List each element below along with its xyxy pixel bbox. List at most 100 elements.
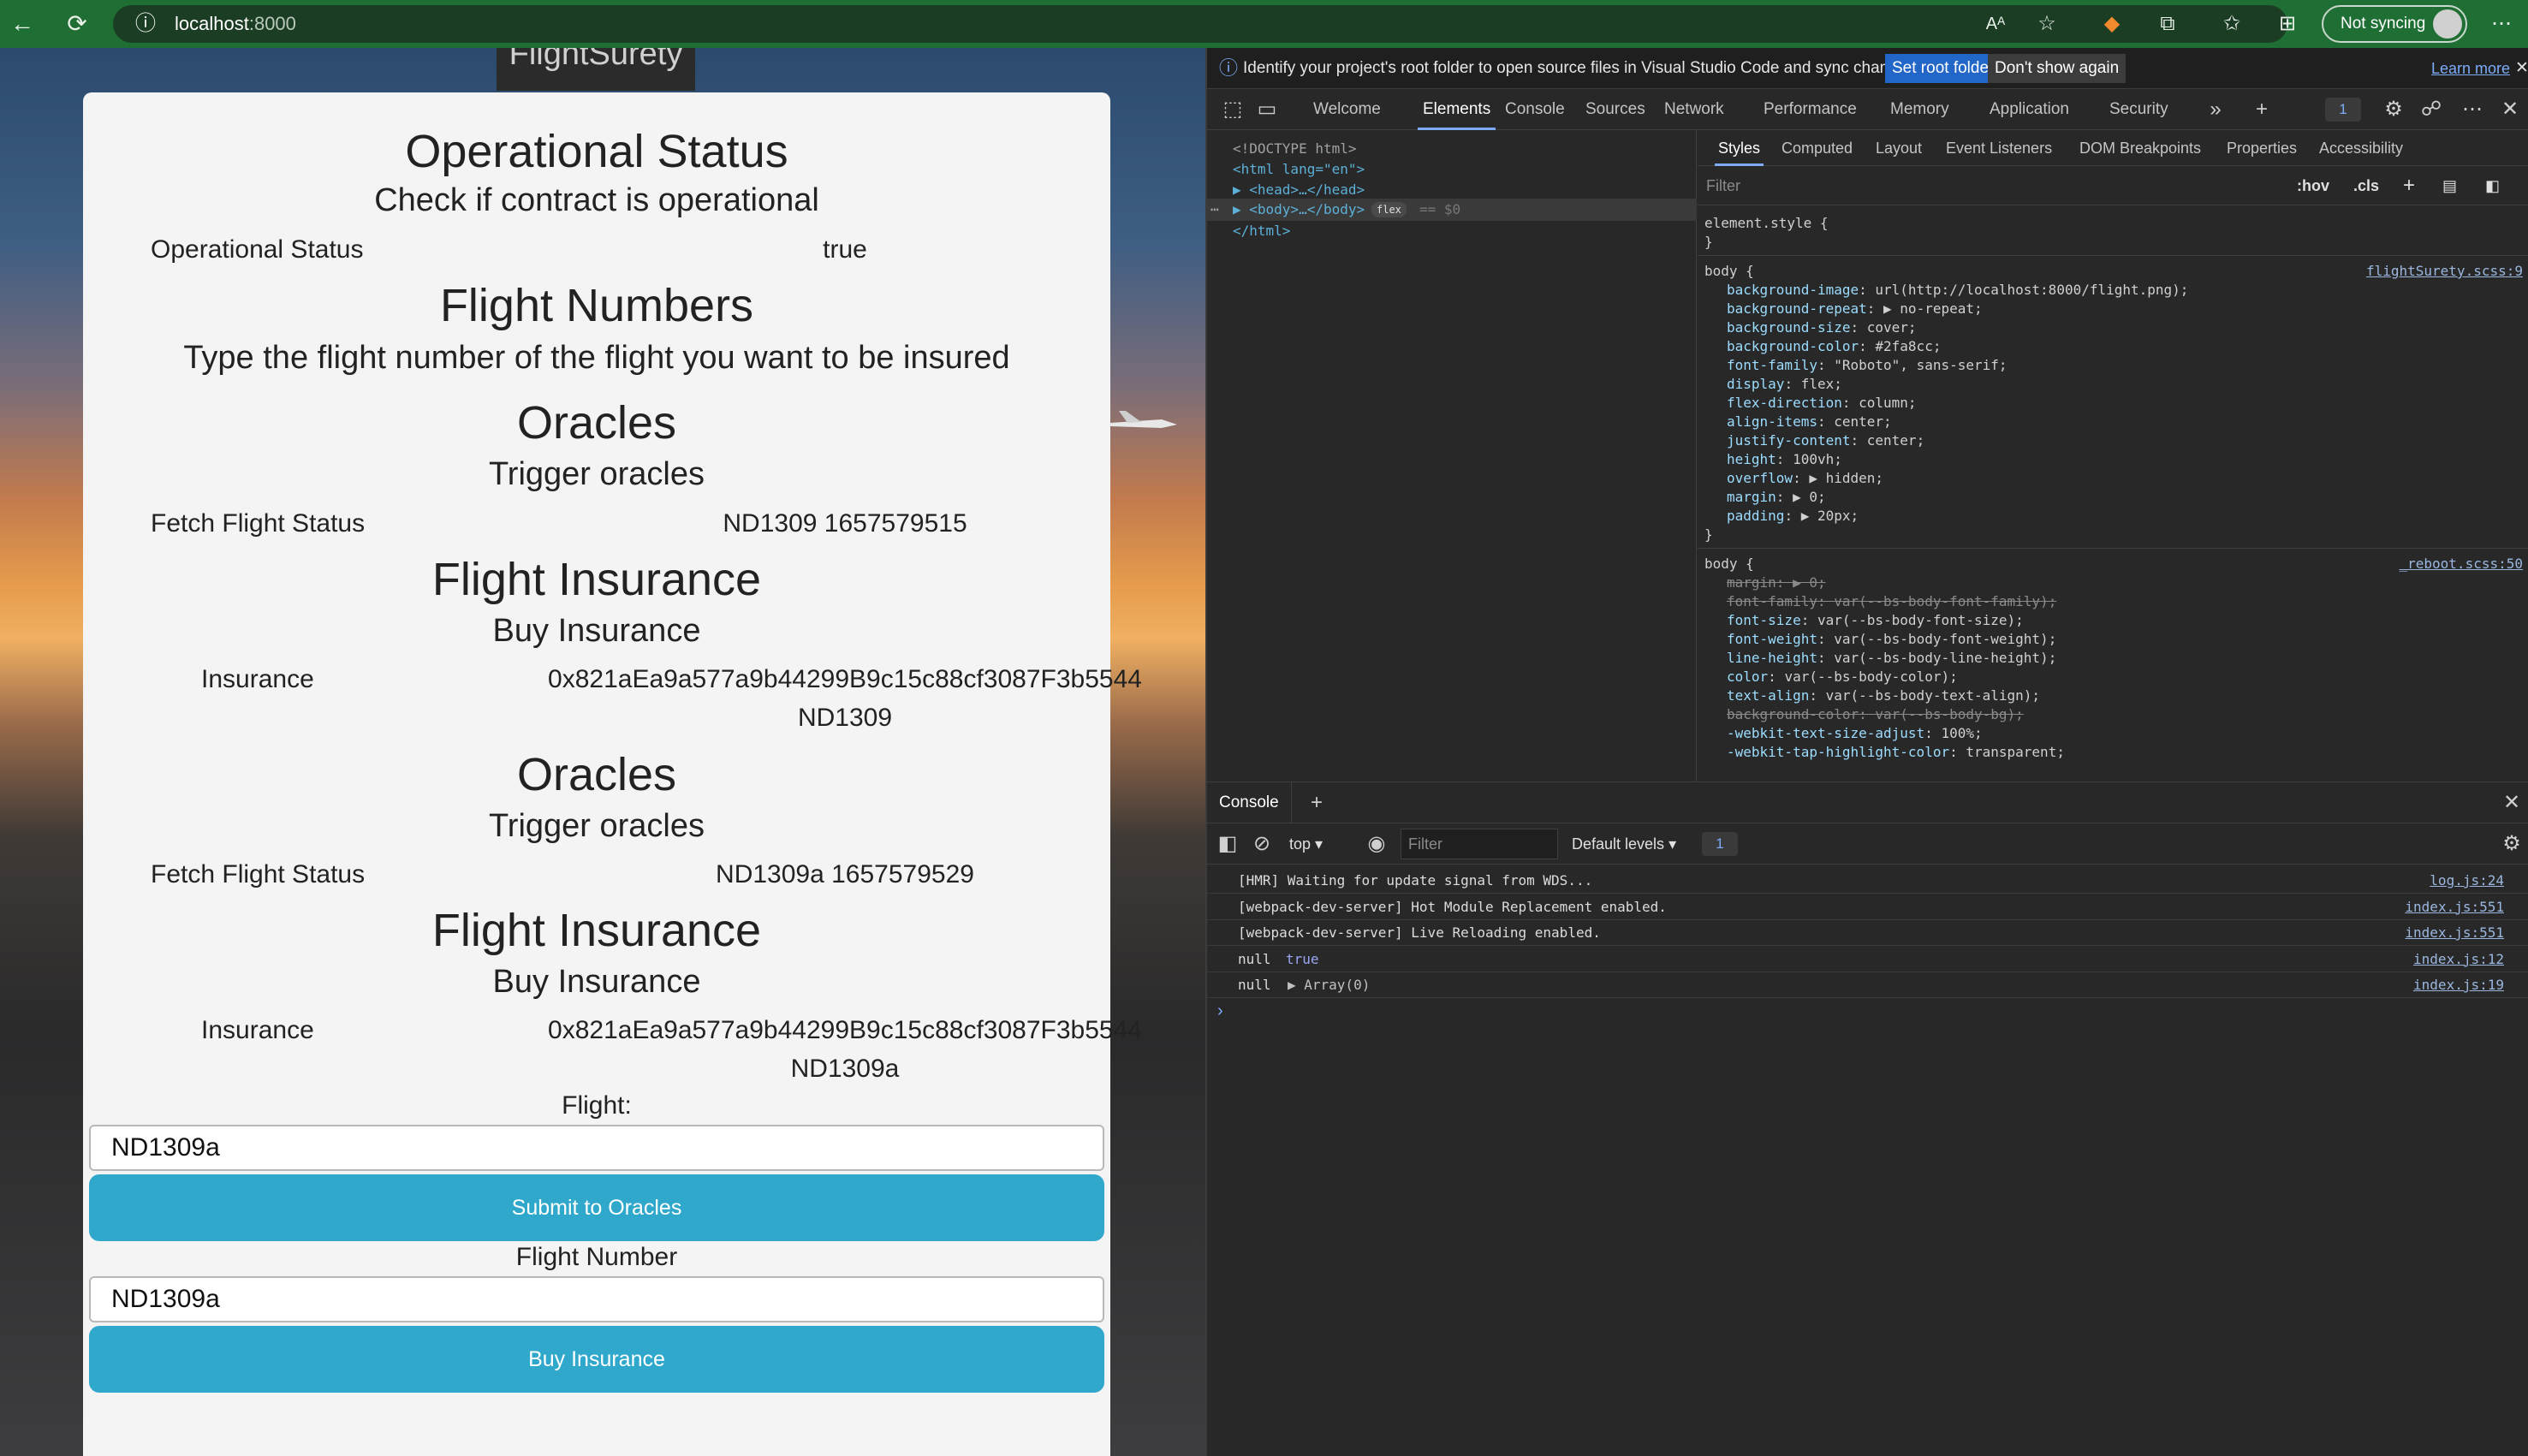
css-property[interactable]: justify-content: center; bbox=[1727, 431, 1924, 450]
tab-properties[interactable]: Properties bbox=[2227, 130, 2297, 166]
clear-console-icon[interactable]: ⊘ bbox=[1248, 831, 1276, 857]
favorites-icon[interactable]: ✩ bbox=[2217, 10, 2246, 38]
metamask-extension-icon[interactable]: ◆ bbox=[2097, 10, 2126, 38]
css-property[interactable]: padding: ▶ 20px; bbox=[1727, 507, 1859, 526]
css-property[interactable]: align-items: center; bbox=[1727, 413, 1892, 431]
rule2-source-link[interactable]: _reboot.scss:50 bbox=[2400, 555, 2524, 573]
class-toggle[interactable]: .cls bbox=[2353, 166, 2379, 205]
console-message[interactable]: null true index.js:12 bbox=[1207, 947, 2528, 972]
set-root-folder-button[interactable]: Set root folder bbox=[1885, 54, 2002, 83]
css-property[interactable]: background-color: #2fa8cc; bbox=[1727, 337, 1941, 356]
console-issues-badge[interactable]: 1 bbox=[1702, 832, 1738, 856]
css-property[interactable]: flex-direction: column; bbox=[1727, 394, 1917, 413]
console-source-link[interactable]: index.js:12 bbox=[2413, 947, 2504, 972]
tab-network[interactable]: Network bbox=[1664, 89, 1724, 130]
issues-badge[interactable]: 1 bbox=[2325, 98, 2361, 122]
console-source-link[interactable]: index.js:19 bbox=[2413, 972, 2504, 998]
hover-state-toggle[interactable]: :hov bbox=[2297, 166, 2329, 205]
tab-security[interactable]: Security bbox=[2109, 89, 2168, 130]
tab-elements[interactable]: Elements bbox=[1418, 89, 1496, 130]
close-drawer-icon[interactable]: ✕ bbox=[2498, 790, 2525, 816]
buy-insurance-button[interactable]: Buy Insurance bbox=[89, 1326, 1104, 1393]
css-property[interactable]: line-height: var(--bs-body-line-height); bbox=[1727, 649, 2056, 668]
paint-icon[interactable]: ▤ bbox=[2442, 166, 2457, 205]
css-property[interactable]: color: var(--bs-body-color); bbox=[1727, 668, 1958, 686]
submit-to-oracles-button[interactable]: Submit to Oracles bbox=[89, 1174, 1104, 1241]
dom-doctype[interactable]: <!DOCTYPE html> bbox=[1233, 139, 1357, 159]
css-property[interactable]: background-color: var(--bs-body-bg); bbox=[1727, 705, 2024, 724]
tab-console-drawer[interactable]: Console bbox=[1219, 782, 1292, 823]
tab-welcome[interactable]: Welcome bbox=[1313, 89, 1381, 130]
profile-sync-button[interactable]: Not syncing bbox=[2322, 5, 2467, 43]
tab-layout[interactable]: Layout bbox=[1876, 130, 1922, 166]
css-property[interactable]: font-size: var(--bs-body-font-size); bbox=[1727, 611, 2024, 630]
dont-show-again-button[interactable]: Don't show again bbox=[1988, 54, 2126, 83]
css-property[interactable]: font-family: var(--bs-body-font-family); bbox=[1727, 592, 2056, 611]
console-sidebar-icon[interactable]: ◧ bbox=[1214, 831, 1241, 857]
address-bar[interactable]: ⓘ localhost:8000 bbox=[113, 5, 2287, 43]
console-message[interactable]: [webpack-dev-server] Live Reloading enab… bbox=[1207, 920, 2528, 946]
more-menu-icon[interactable]: ⋯ bbox=[2487, 10, 2516, 38]
tab-sources[interactable]: Sources bbox=[1585, 89, 1645, 130]
log-levels-select[interactable]: Default levels ▾ bbox=[1572, 823, 1676, 865]
new-rule-icon[interactable]: + bbox=[2403, 166, 2415, 205]
dom-head[interactable]: ▶ <head>…</head> bbox=[1233, 180, 1365, 200]
css-property[interactable]: -webkit-text-size-adjust: 100%; bbox=[1727, 724, 1983, 743]
close-devtools-icon[interactable]: ✕ bbox=[2496, 97, 2524, 122]
dom-body-selected-row[interactable]: ⋯ ▶ <body>…</body> flex == $0 bbox=[1207, 199, 1697, 221]
css-property[interactable]: height: 100vh; bbox=[1727, 450, 1842, 469]
console-message[interactable]: [webpack-dev-server] Hot Module Replacem… bbox=[1207, 894, 2528, 920]
context-select[interactable]: top ▾ bbox=[1289, 823, 1323, 865]
extensions-icon[interactable]: ⧉ bbox=[2153, 10, 2182, 38]
read-aloud-icon[interactable]: Aᴬ bbox=[1981, 10, 2010, 38]
css-property[interactable]: text-align: var(--bs-body-text-align); bbox=[1727, 686, 2040, 705]
collections-icon[interactable]: ⊞ bbox=[2273, 10, 2302, 38]
console-message[interactable]: null ▶ Array(0) index.js:19 bbox=[1207, 972, 2528, 998]
flex-badge[interactable]: flex bbox=[1371, 202, 1407, 217]
console-prompt[interactable]: › bbox=[1217, 1001, 1223, 1021]
css-property[interactable]: background-size: cover; bbox=[1727, 318, 1917, 337]
learn-more-link[interactable]: Learn more bbox=[2431, 48, 2510, 89]
tab-application[interactable]: Application bbox=[1990, 89, 2069, 130]
flight-number-input[interactable]: ND1309a bbox=[89, 1276, 1104, 1322]
console-message[interactable]: [HMR] Waiting for update signal from WDS… bbox=[1207, 868, 2528, 894]
css-property[interactable]: -webkit-tap-highlight-color: transparent… bbox=[1727, 743, 2065, 762]
console-settings-icon[interactable]: ⚙ bbox=[2498, 831, 2525, 857]
tab-event-listeners[interactable]: Event Listeners bbox=[1946, 130, 2052, 166]
add-drawer-tab-icon[interactable]: + bbox=[1303, 790, 1330, 816]
inspect-icon[interactable]: ⬚ bbox=[1219, 97, 1246, 122]
styles-filter-input[interactable]: Filter bbox=[1706, 166, 1740, 205]
rule1-source-link[interactable]: flightSurety.scss:9 bbox=[2366, 262, 2523, 281]
tab-computed[interactable]: Computed bbox=[1781, 130, 1853, 166]
tab-console[interactable]: Console bbox=[1505, 89, 1565, 130]
dom-html-close[interactable]: </html> bbox=[1233, 221, 1290, 241]
favorite-add-icon[interactable]: ☆ bbox=[2032, 10, 2061, 38]
more-tabs-icon[interactable]: » bbox=[2202, 97, 2229, 122]
info-icon[interactable]: ⓘ bbox=[135, 5, 156, 43]
tab-accessibility[interactable]: Accessibility bbox=[2319, 130, 2403, 166]
back-icon[interactable]: ← bbox=[7, 9, 38, 39]
flight-input[interactable]: ND1309a bbox=[89, 1125, 1104, 1171]
css-property[interactable]: margin: ▶ 0; bbox=[1727, 488, 1826, 507]
tab-memory[interactable]: Memory bbox=[1890, 89, 1949, 130]
css-property[interactable]: overflow: ▶ hidden; bbox=[1727, 469, 1883, 488]
more-options-icon[interactable]: ⋯ bbox=[2459, 97, 2486, 122]
console-source-link[interactable]: log.js:24 bbox=[2430, 868, 2504, 894]
css-property[interactable]: font-weight: var(--bs-body-font-weight); bbox=[1727, 630, 2056, 649]
add-tab-icon[interactable]: + bbox=[2248, 97, 2275, 122]
css-property[interactable]: display: flex; bbox=[1727, 375, 1842, 394]
device-toolbar-icon[interactable]: ▭ bbox=[1253, 97, 1281, 122]
live-expression-eye-icon[interactable]: ◉ bbox=[1363, 831, 1390, 857]
css-property[interactable]: font-family: "Roboto", sans-serif; bbox=[1727, 356, 2008, 375]
close-icon[interactable]: ✕ bbox=[2515, 48, 2528, 89]
console-source-link[interactable]: index.js:551 bbox=[2405, 894, 2504, 920]
css-property[interactable]: background-image: url(http://localhost:8… bbox=[1727, 281, 2188, 300]
tab-styles[interactable]: Styles bbox=[1715, 130, 1764, 166]
element-style-rule[interactable]: element.style { bbox=[1704, 214, 1829, 233]
css-property[interactable]: margin: ▶ 0; bbox=[1727, 573, 1826, 592]
feedback-icon[interactable]: ☍ bbox=[2418, 97, 2445, 122]
console-filter-input[interactable]: Filter bbox=[1401, 829, 1558, 859]
css-property[interactable]: background-repeat: ▶ no-repeat; bbox=[1727, 300, 1983, 318]
dom-html-open[interactable]: <html lang="en"> bbox=[1233, 159, 1365, 180]
sidebar-toggle-icon[interactable]: ◧ bbox=[2485, 166, 2500, 205]
